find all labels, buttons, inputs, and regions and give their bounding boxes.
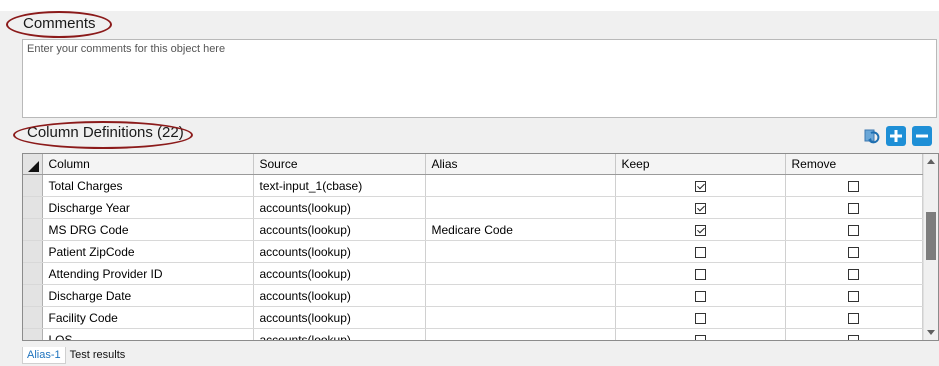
cell-column[interactable]: Discharge Date — [42, 284, 254, 307]
cell-column[interactable]: LOS — [42, 328, 254, 340]
row-header[interactable] — [23, 196, 43, 219]
row-header[interactable] — [23, 262, 43, 285]
column-definitions-grid: Column Source Alias Keep Remove Total Ch… — [22, 153, 939, 341]
remove-checkbox[interactable] — [848, 224, 859, 236]
cell-remove — [785, 240, 923, 263]
cell-source[interactable]: accounts(lookup) — [253, 306, 426, 329]
cell-keep — [615, 284, 786, 307]
table-row[interactable]: Total Charges text-input_1(cbase) — [23, 174, 923, 197]
row-header[interactable] — [23, 174, 43, 197]
table-row[interactable]: Attending Provider ID accounts(lookup) — [23, 262, 923, 285]
table-row[interactable]: Facility Code accounts(lookup) — [23, 306, 923, 329]
keep-checkbox[interactable] — [694, 224, 706, 236]
row-header[interactable] — [23, 284, 43, 307]
cell-column[interactable]: Facility Code — [42, 306, 254, 329]
remove-checkbox[interactable] — [848, 290, 859, 302]
column-header-remove[interactable]: Remove — [785, 154, 923, 175]
cell-keep — [615, 306, 786, 329]
remove-column-button[interactable] — [912, 126, 932, 146]
cell-source[interactable]: accounts(lookup) — [253, 328, 426, 340]
row-header[interactable] — [23, 306, 43, 329]
keep-checkbox[interactable] — [694, 246, 706, 258]
cell-source[interactable]: accounts(lookup) — [253, 196, 426, 219]
cell-column[interactable]: Total Charges — [42, 174, 254, 197]
cell-alias[interactable] — [425, 284, 616, 307]
remove-checkbox[interactable] — [848, 334, 859, 340]
cell-column[interactable]: Patient ZipCode — [42, 240, 254, 263]
keep-checkbox[interactable] — [694, 202, 706, 214]
bottom-tabs: Alias-1 Test results — [22, 347, 129, 366]
scroll-down-arrow[interactable] — [927, 330, 935, 335]
row-header[interactable] — [23, 240, 43, 263]
cell-remove — [785, 174, 923, 197]
cell-alias[interactable] — [425, 174, 616, 197]
cell-remove — [785, 196, 923, 219]
cell-alias[interactable] — [425, 306, 616, 329]
cell-remove — [785, 262, 923, 285]
table-row[interactable]: Patient ZipCode accounts(lookup) — [23, 240, 923, 263]
columns-table: Column Source Alias Keep Remove Total Ch… — [23, 154, 923, 340]
cell-source[interactable]: accounts(lookup) — [253, 240, 426, 263]
cell-keep — [615, 328, 786, 340]
keep-checkbox[interactable] — [694, 334, 706, 340]
cell-alias[interactable] — [425, 240, 616, 263]
cell-source[interactable]: accounts(lookup) — [253, 218, 426, 241]
keep-checkbox[interactable] — [694, 268, 706, 280]
column-header-source[interactable]: Source — [253, 154, 426, 175]
cell-column[interactable]: Discharge Year — [42, 196, 254, 219]
cell-source[interactable]: accounts(lookup) — [253, 262, 426, 285]
refresh-button[interactable] — [862, 126, 882, 146]
cell-alias[interactable]: Medicare Code — [425, 218, 616, 241]
cell-keep — [615, 262, 786, 285]
top-strip — [0, 0, 939, 11]
cell-keep — [615, 218, 786, 241]
cell-source[interactable]: text-input_1(cbase) — [253, 174, 426, 197]
table-row[interactable]: Discharge Date accounts(lookup) — [23, 284, 923, 307]
refresh-icon — [864, 129, 880, 144]
remove-checkbox[interactable] — [848, 180, 859, 192]
cell-keep — [615, 174, 786, 197]
remove-checkbox[interactable] — [848, 312, 859, 324]
table-row[interactable]: MS DRG Code accounts(lookup) Medicare Code — [23, 218, 923, 241]
cell-keep — [615, 196, 786, 219]
remove-checkbox[interactable] — [848, 202, 859, 214]
cell-source[interactable]: accounts(lookup) — [253, 284, 426, 307]
row-header[interactable] — [23, 218, 43, 241]
cell-keep — [615, 240, 786, 263]
tab-test-results[interactable]: Test results — [66, 347, 130, 364]
comments-box[interactable] — [22, 39, 937, 118]
column-header-alias[interactable]: Alias — [425, 154, 616, 175]
cell-alias[interactable] — [425, 196, 616, 219]
keep-checkbox[interactable] — [694, 180, 706, 192]
add-column-button[interactable] — [886, 126, 906, 146]
column-header-column[interactable]: Column — [42, 154, 254, 175]
table-row[interactable]: LOS accounts(lookup) — [23, 328, 923, 340]
cell-remove — [785, 218, 923, 241]
cell-alias[interactable] — [425, 328, 616, 340]
tab-alias-1[interactable]: Alias-1 — [22, 347, 66, 364]
scroll-up-arrow[interactable] — [927, 159, 935, 164]
keep-checkbox[interactable] — [694, 290, 706, 302]
table-row[interactable]: Discharge Year accounts(lookup) — [23, 196, 923, 219]
minus-icon — [916, 134, 928, 138]
select-all-corner[interactable] — [23, 154, 43, 175]
header-row: Column Source Alias Keep Remove — [23, 154, 923, 175]
row-header[interactable] — [23, 328, 43, 340]
cell-alias[interactable] — [425, 262, 616, 285]
scroll-thumb[interactable] — [926, 212, 936, 260]
cell-remove — [785, 328, 923, 340]
cell-column[interactable]: MS DRG Code — [42, 218, 254, 241]
keep-checkbox[interactable] — [694, 312, 706, 324]
cell-remove — [785, 284, 923, 307]
remove-checkbox[interactable] — [848, 246, 859, 258]
plus-icon — [890, 130, 902, 142]
column-header-keep[interactable]: Keep — [615, 154, 786, 175]
comments-title: Comments — [23, 15, 96, 32]
column-definitions-title: Column Definitions (22) — [27, 124, 184, 141]
comments-input[interactable] — [23, 40, 936, 117]
cell-remove — [785, 306, 923, 329]
remove-checkbox[interactable] — [848, 268, 859, 280]
cell-column[interactable]: Attending Provider ID — [42, 262, 254, 285]
vertical-scrollbar[interactable] — [923, 154, 938, 340]
